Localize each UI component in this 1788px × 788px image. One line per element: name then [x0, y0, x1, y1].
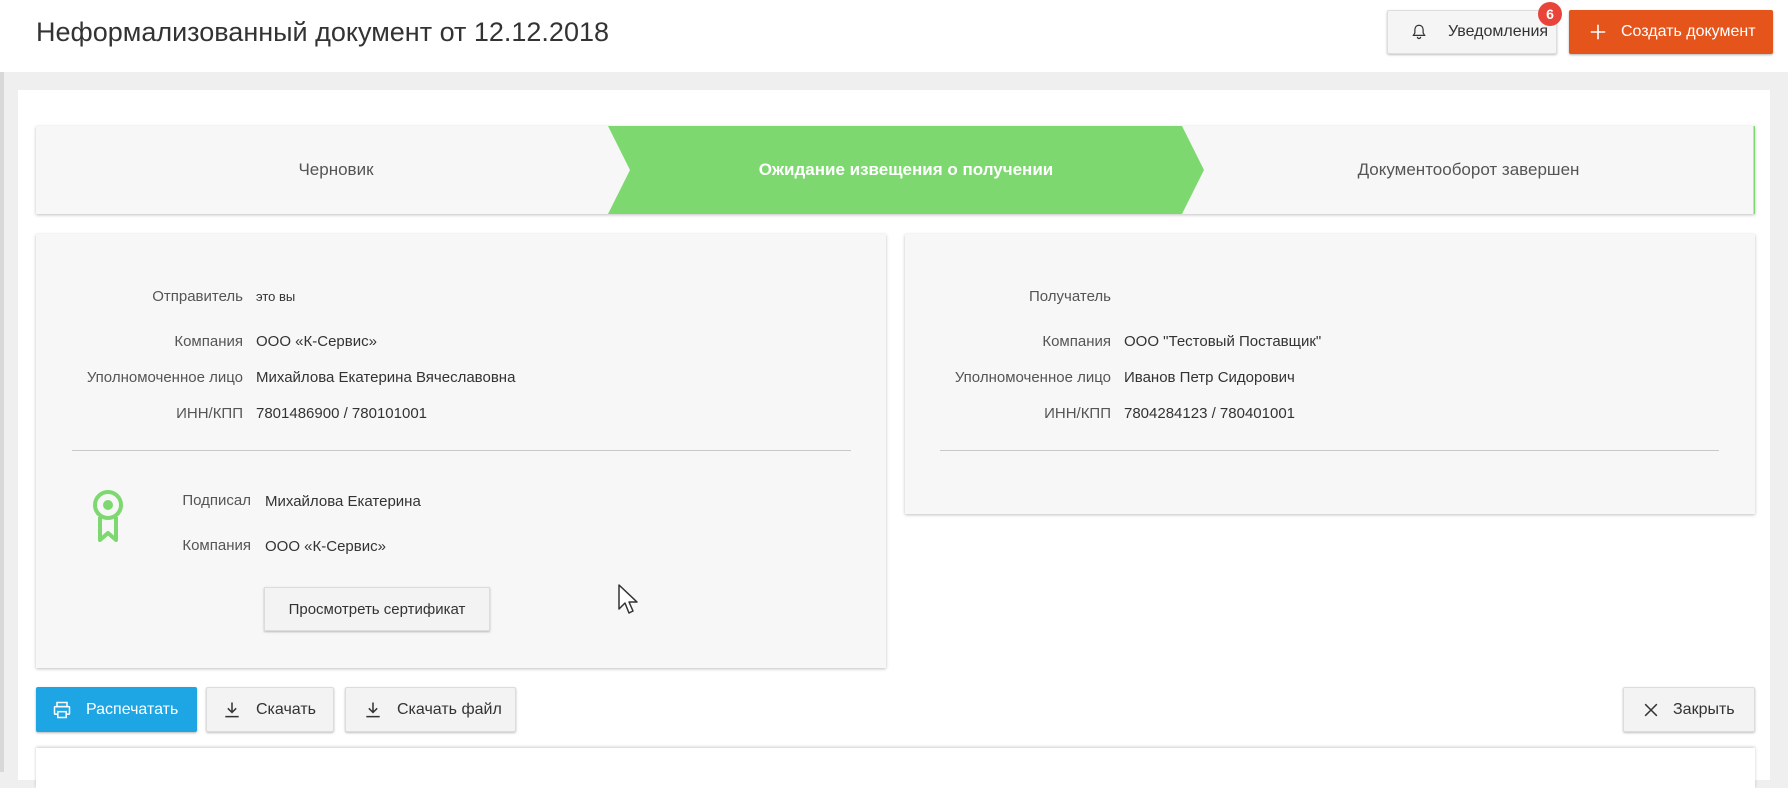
sender-note: это вы: [256, 289, 296, 304]
sender-company-value: ООО «К-Сервис»: [256, 333, 377, 350]
top-bar: Неформализованный документ от 12.12.2018…: [0, 0, 1788, 72]
view-certificate-button[interactable]: Просмотреть сертификат: [264, 587, 490, 631]
recipient-company-value: ООО "Тестовый Поставщик": [1124, 333, 1322, 350]
download-file-button[interactable]: Скачать файл: [345, 687, 516, 732]
sender-title-label: Отправитель: [152, 288, 243, 305]
download-label: Скачать: [256, 700, 316, 718]
recipient-title-label: Получатель: [1029, 288, 1111, 305]
step-completed[interactable]: Документооборот завершен: [1182, 126, 1755, 214]
notifications-button[interactable]: Уведомления: [1387, 10, 1557, 54]
download-file-icon: [366, 702, 380, 717]
notifications-label: Уведомления: [1448, 23, 1549, 40]
sender-company-label: Компания: [174, 333, 243, 350]
print-button[interactable]: Распечатать: [36, 687, 197, 732]
step-completed-label: Документооборот завершен: [1357, 160, 1580, 179]
close-icon: [1644, 703, 1658, 716]
recipient-company-label: Компания: [1042, 333, 1111, 350]
signer-company-label: Компания: [182, 537, 251, 554]
sender-divider: [72, 450, 851, 451]
step-draft-label: Черновик: [298, 160, 374, 179]
recipient-divider: [940, 450, 1719, 451]
sender-person-value: Михайлова Екатерина Вячеславовна: [256, 369, 516, 386]
printer-icon: [53, 701, 71, 718]
create-document-label: Создать документ: [1621, 23, 1756, 40]
sender-inn-value: 7801486900 / 780101001: [256, 405, 428, 422]
certificate-ribbon-icon: [93, 490, 123, 542]
left-edge: [0, 72, 4, 772]
status-stepper: Черновик Ожидание извещения о получении …: [36, 126, 1755, 214]
notifications-count-badge: 6: [1538, 2, 1562, 26]
document-preview-card: [36, 748, 1755, 788]
download-file-label: Скачать файл: [397, 700, 502, 718]
page-title: Неформализованный документ от 12.12.2018: [36, 17, 609, 47]
create-document-button[interactable]: Создать документ: [1569, 10, 1773, 54]
close-label: Закрыть: [1673, 700, 1735, 718]
plus-icon: [1590, 24, 1606, 40]
sender-inn-label: ИНН/КПП: [176, 405, 243, 422]
step-awaiting-receipt[interactable]: Ожидание извещения о получении: [608, 126, 1204, 214]
recipient-person-value: Иванов Петр Сидорович: [1124, 369, 1295, 386]
bell-icon: [1412, 24, 1426, 40]
download-icon: [225, 702, 239, 717]
sender-person-label: Уполномоченное лицо: [86, 369, 243, 386]
step-awaiting-receipt-label: Ожидание извещения о получении: [758, 160, 1054, 179]
recipient-person-label: Уполномоченное лицо: [954, 369, 1111, 386]
recipient-inn-value: 7804284123 / 780401001: [1124, 405, 1296, 422]
signed-by-label: Подписал: [182, 492, 251, 509]
download-button[interactable]: Скачать: [206, 687, 334, 732]
recipient-inn-label: ИНН/КПП: [1044, 405, 1111, 422]
step-draft[interactable]: Черновик: [36, 126, 636, 214]
close-button[interactable]: Закрыть: [1623, 687, 1755, 732]
signer-company-value: ООО «К-Сервис»: [265, 538, 386, 555]
signed-by-value: Михайлова Екатерина: [265, 493, 421, 510]
print-label: Распечатать: [86, 700, 179, 718]
mouse-cursor-icon: [618, 584, 638, 614]
